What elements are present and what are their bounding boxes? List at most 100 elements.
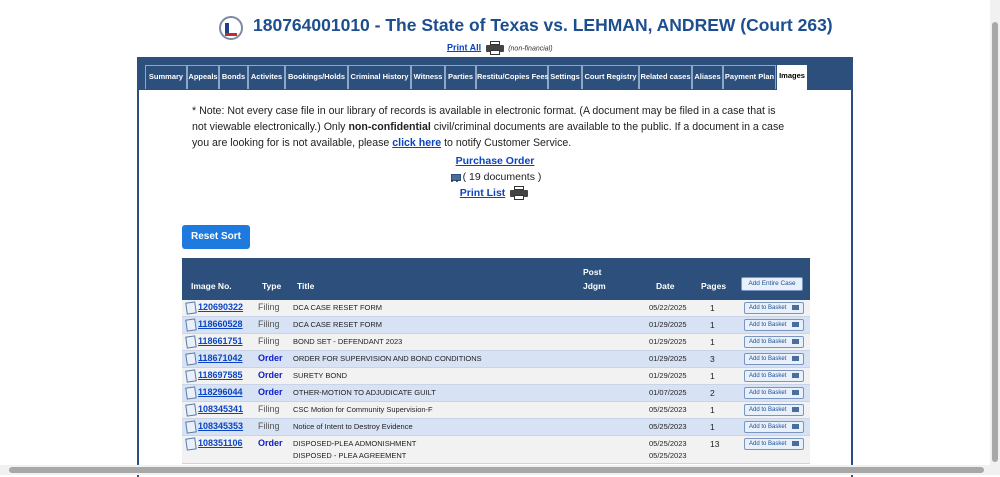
doc-title: Notice of Intent to Destroy Evidence [293,422,413,431]
doc-type: Filing [258,404,280,414]
col-type[interactable]: Type [262,281,281,291]
tab-bookings-holds[interactable]: Bookings/Holds [285,65,348,89]
col-title[interactable]: Title [297,281,314,291]
doc-date: 05/22/2025 [649,303,687,312]
document-icon[interactable] [185,437,197,451]
document-icon[interactable] [185,335,197,349]
add-to-basket-button[interactable]: Add to Basket [744,302,804,314]
tab-activites[interactable]: Activites [248,65,285,89]
col-image-no[interactable]: Image No. [191,281,232,291]
image-no-link[interactable]: 108345341 [198,404,243,414]
doc-pages: 1 [710,371,715,381]
document-icon[interactable] [185,369,197,383]
document-icon[interactable] [185,420,197,434]
doc-pages: 1 [710,303,715,313]
doc-title: CSC Motion for Community Supervision-F [293,405,433,414]
document-icon[interactable] [185,386,197,400]
image-no-link[interactable]: 118671042 [198,353,243,363]
doc-pages: 1 [710,320,715,330]
printer-icon[interactable] [485,41,504,55]
doc-type: Order [258,353,283,363]
document-count: ( 19 documents ) [462,171,542,183]
image-no-link[interactable]: 108351106 [198,438,243,448]
add-entire-case-button[interactable]: Add Entire Case [741,277,803,291]
print-list-link[interactable]: Print List [460,187,506,199]
tab-restitu-copies-fees[interactable]: Restitu/Copies Fees [476,65,549,89]
horizontal-scrollbar[interactable] [0,465,990,475]
doc-title-secondary: DISPOSED - PLEA AGREEMENT [293,451,407,460]
print-all-link[interactable]: Print All [447,42,481,52]
doc-date: 01/29/2025 [649,371,687,380]
document-icon[interactable] [185,403,197,417]
image-no-link[interactable]: 108345353 [198,421,243,431]
add-to-basket-button[interactable]: Add to Basket [744,421,804,433]
image-no-link[interactable]: 118296044 [198,387,243,397]
add-to-basket-button[interactable]: Add to Basket [744,404,804,416]
table-row: 120690322 Filing DCA CASE RESET FORM 05/… [182,300,810,317]
col-pages[interactable]: Pages [701,281,726,291]
add-to-basket-button[interactable]: Add to Basket [744,319,804,331]
doc-title: DISPOSED-PLEA ADMONISHMENT [293,439,417,448]
doc-type: Filing [258,302,280,312]
printer-icon[interactable] [510,186,529,201]
click-here-link[interactable]: click here [392,137,441,149]
add-to-basket-button[interactable]: Add to Basket [744,336,804,348]
add-to-basket-button[interactable]: Add to Basket [744,387,804,399]
add-to-basket-button[interactable]: Add to Basket [744,438,804,450]
vertical-scrollbar[interactable] [990,0,1000,475]
doc-pages: 1 [710,337,715,347]
tab-bonds[interactable]: Bonds [219,65,248,89]
tab-aliases[interactable]: Aliases [692,65,723,89]
doc-date: 01/07/2025 [649,388,687,397]
doc-pages: 3 [710,354,715,364]
tab-images[interactable]: Images [776,64,808,90]
col-date[interactable]: Date [656,281,674,291]
table-row: 108345341 Filing CSC Motion for Communit… [182,402,810,419]
purchase-order-link[interactable]: Purchase Order [456,155,535,167]
table-row: 118661751 Filing BOND SET - DEFENDANT 20… [182,334,810,351]
tab-related-cases[interactable]: Related cases [639,65,692,89]
doc-type: Order [258,370,283,380]
tab-appeals[interactable]: Appeals [187,65,219,89]
doc-type: Filing [258,421,280,431]
tab-summary[interactable]: Summary [145,65,187,89]
tab-settings[interactable]: Settings [548,65,582,89]
doc-date: 05/25/2023 [649,439,687,448]
tab-parties[interactable]: Parties [445,65,476,89]
tab-bar: Summary Appeals Bonds Activites Bookings… [139,59,851,90]
tab-witness[interactable]: Witness [411,65,445,89]
court-seal-logo [219,16,243,40]
image-no-link[interactable]: 118697585 [198,370,243,380]
page-title: 180764001010 - The State of Texas vs. LE… [253,15,833,35]
reset-sort-button[interactable]: Reset Sort [182,225,250,249]
table-row: 108345353 Filing Notice of Intent to Des… [182,419,810,436]
add-to-basket-button[interactable]: Add to Basket [744,370,804,382]
document-icon[interactable] [185,318,197,332]
image-no-link[interactable]: 118660528 [198,319,243,329]
doc-date: 01/29/2025 [649,354,687,363]
document-icon[interactable] [185,301,197,315]
image-no-link[interactable]: 118661751 [198,336,243,346]
add-to-basket-button[interactable]: Add to Basket [744,353,804,365]
document-icon[interactable] [185,352,197,366]
horizontal-scroll-thumb[interactable] [9,467,984,473]
doc-date: 05/25/2023 [649,405,687,414]
col-post[interactable]: Post [583,267,601,277]
cart-icon [449,173,461,182]
tab-criminal-history[interactable]: Criminal History [348,65,411,89]
doc-title: SURETY BOND [293,371,348,380]
doc-date: 01/29/2025 [649,320,687,329]
doc-title: DCA CASE RESET FORM [293,303,383,312]
doc-pages: 13 [710,439,720,449]
tab-payment-plan[interactable]: Payment Plan [723,65,776,89]
doc-pages: 2 [710,388,715,398]
doc-date: 05/25/2023 [649,422,687,431]
doc-pages: 1 [710,422,715,432]
table-row: 118697585 Order SURETY BOND 01/29/2025 1… [182,368,810,385]
vertical-scroll-thumb[interactable] [992,22,998,462]
col-jdgm[interactable]: Jdgm [583,281,606,291]
image-no-link[interactable]: 120690322 [198,302,243,312]
availability-note: * Note: Not every case file in our libra… [192,103,792,151]
table-row: 108351106 Order DISPOSED-PLEA ADMONISHME… [182,436,810,464]
tab-court-registry[interactable]: Court Registry [582,65,639,89]
